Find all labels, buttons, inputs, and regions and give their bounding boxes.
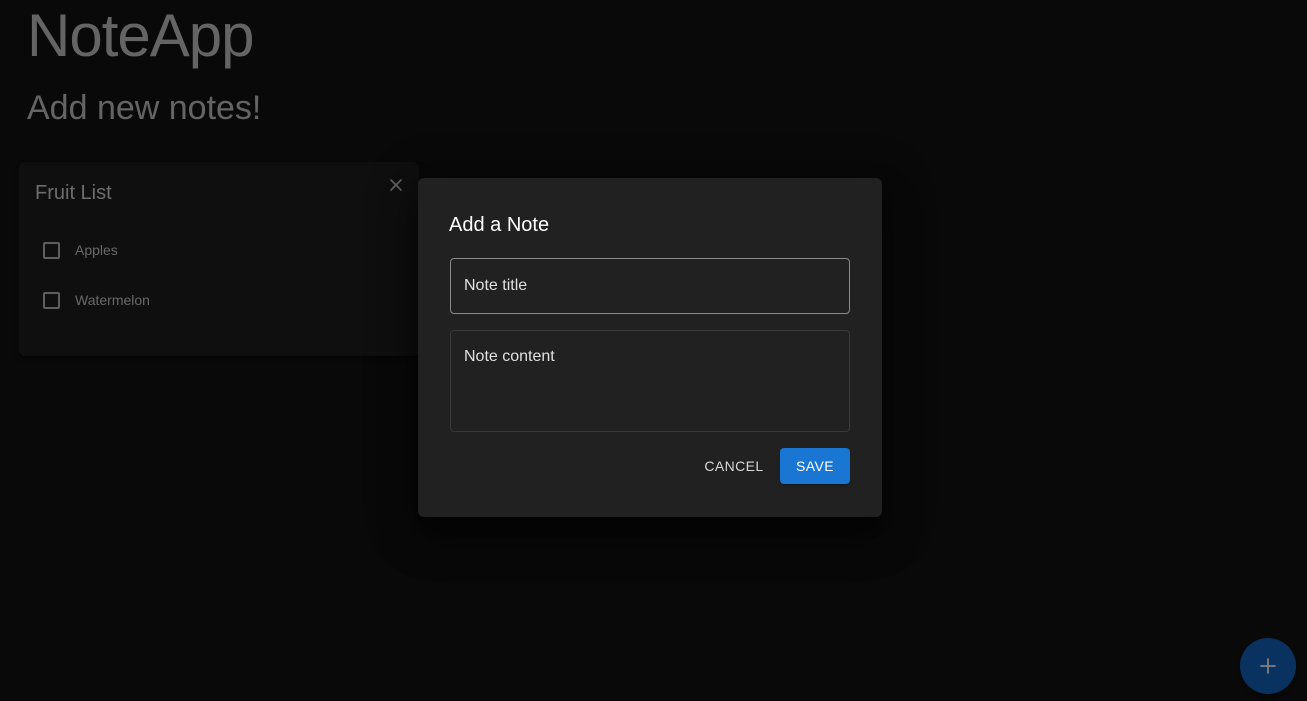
add-note-dialog: Add a Note CANCEL SAVE: [418, 178, 882, 517]
dialog-title: Add a Note: [449, 214, 550, 236]
note-content-input[interactable]: [451, 331, 849, 431]
note-title-input[interactable]: [451, 259, 849, 313]
note-title-field: [450, 258, 850, 314]
note-content-field: [450, 330, 850, 432]
cancel-button[interactable]: CANCEL: [695, 448, 773, 484]
page: NoteApp Add new notes! Fruit List Apples…: [0, 0, 1307, 701]
save-button[interactable]: SAVE: [780, 448, 850, 484]
